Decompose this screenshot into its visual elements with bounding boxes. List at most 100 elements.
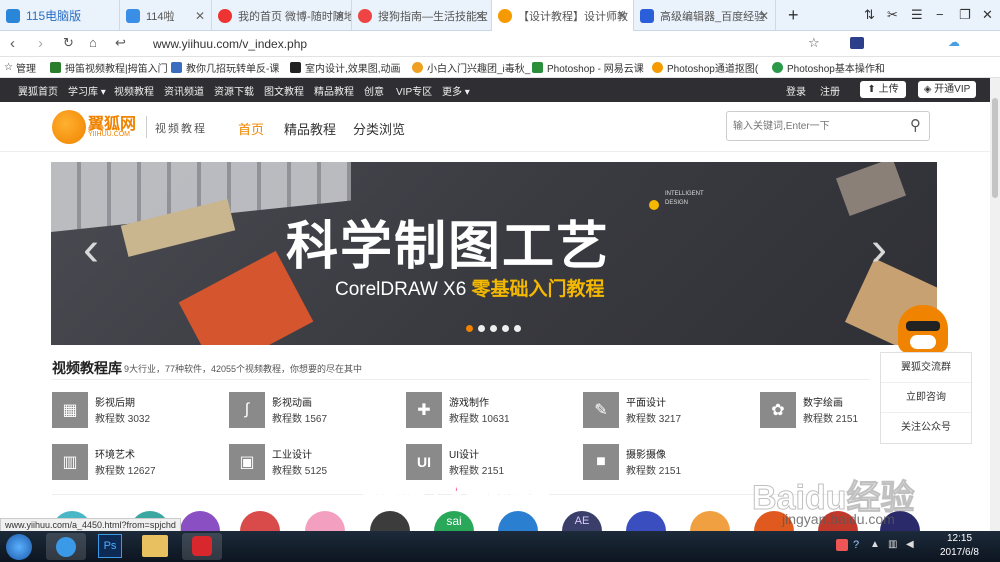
tray-help-icon[interactable]: ? <box>853 539 859 551</box>
maximize-icon[interactable]: ❐ <box>959 7 971 23</box>
nav-news[interactable]: 资讯频道 <box>164 83 204 98</box>
tray-volume-icon[interactable]: ◀ <box>906 539 914 550</box>
nav-creative[interactable]: 创意 <box>364 83 384 98</box>
search-icon[interactable]: ⚲ <box>910 116 921 134</box>
tray-arrow-icon[interactable]: ▲ <box>870 539 880 550</box>
refresh-icon[interactable]: ↻ <box>63 35 74 51</box>
nav-video[interactable]: 视频教程 <box>114 83 154 98</box>
menu-home[interactable]: 首页 <box>238 119 264 138</box>
carousel-dot[interactable] <box>514 325 521 332</box>
tab-yiihuu[interactable]: 【设计教程】设计师教 ✕ <box>492 0 634 32</box>
tab-label: 高级编辑器_百度经验 <box>660 10 766 23</box>
tab-baidu[interactable]: 高级编辑器_百度经验 ✕ <box>634 0 776 31</box>
carousel-dot[interactable] <box>478 325 485 332</box>
category-post-production[interactable]: ▦ 影视后期 教程数 3032 <box>52 392 212 432</box>
close-icon[interactable]: ✕ <box>195 9 205 23</box>
back-icon[interactable]: ‹ <box>10 35 15 52</box>
nav-more[interactable]: 更多 ▾ <box>442 83 470 98</box>
scissors-icon[interactable]: ✂ <box>887 7 898 23</box>
wechat-follow-link[interactable]: 关注公众号 <box>881 413 971 443</box>
nav-articles[interactable]: 图文教程 <box>264 83 304 98</box>
upload-button[interactable]: ⬆ 上传 <box>860 81 906 98</box>
close-icon[interactable]: ✕ <box>475 9 485 23</box>
nav-premium[interactable]: 精品教程 <box>314 83 354 98</box>
cloud-icon[interactable]: ☁ <box>948 35 960 49</box>
category-environment[interactable]: ▥ 环境艺术 教程数 12627 <box>52 444 212 484</box>
bookmark-item[interactable]: 拇笛视频教程|拇笛入门 <box>50 60 168 75</box>
fox-mascot-icon[interactable] <box>898 305 948 353</box>
folder-app-icon[interactable] <box>142 535 168 557</box>
home-icon[interactable]: ⌂ <box>89 35 97 50</box>
software-icon[interactable] <box>690 511 730 531</box>
close-icon[interactable]: ✕ <box>617 9 627 23</box>
close-icon[interactable]: ✕ <box>335 9 345 23</box>
login-link[interactable]: 登录 <box>786 83 806 98</box>
menu-icon[interactable]: ☰ <box>911 7 923 23</box>
tray-sogou-icon[interactable] <box>836 539 848 551</box>
bookmark-item[interactable]: 教你几招玩转单反-课 <box>171 60 279 75</box>
software-icon[interactable] <box>626 511 666 531</box>
sai-icon[interactable]: sai <box>434 511 474 531</box>
nav-library[interactable]: 学习库 ▾ <box>68 83 106 98</box>
logo-icon[interactable] <box>52 110 86 144</box>
close-window-icon[interactable]: ✕ <box>982 7 993 23</box>
minimize-icon[interactable]: − <box>936 7 944 22</box>
clock-time[interactable]: 12:15 <box>947 533 972 544</box>
bookmark-item[interactable]: Photoshop基本操作和 <box>772 60 885 75</box>
scrollbar-thumb[interactable] <box>992 98 998 198</box>
nav-home[interactable]: 翼狐首页 <box>18 83 58 98</box>
photoshop-app-icon[interactable]: Ps <box>98 534 122 558</box>
tab-sogou[interactable]: 搜狗指南—生活技能宝 ✕ <box>352 0 492 31</box>
search-input[interactable] <box>733 117 893 135</box>
nav-resources[interactable]: 资源下载 <box>214 83 254 98</box>
page-scrollbar[interactable] <box>990 78 1000 531</box>
nav-vip[interactable]: VIP专区 <box>396 83 432 98</box>
software-icon[interactable] <box>240 511 280 531</box>
forward-icon[interactable]: › <box>38 35 43 52</box>
category-graphic-design[interactable]: ✎ 平面设计 教程数 3217 <box>583 392 743 432</box>
url-field[interactable]: www.yiihuu.com/v_index.php <box>147 34 947 54</box>
undo-icon[interactable]: ↩ <box>115 35 126 51</box>
category-game[interactable]: ✚ 游戏制作 教程数 10631 <box>406 392 566 432</box>
software-icon[interactable] <box>180 511 220 531</box>
carousel-dot[interactable] <box>490 325 497 332</box>
category-animation[interactable]: ∫ 影视动画 教程数 1567 <box>229 392 389 432</box>
bookmark-item[interactable]: Photoshop - 网易云课 <box>532 60 644 75</box>
banner-carousel[interactable]: ‹ › 科学制图工艺 CorelDRAW X6 零基础入门教程 INTELLIG… <box>51 162 937 345</box>
start-button-icon[interactable] <box>6 534 32 560</box>
tab-114[interactable]: 114啦 ✕ <box>120 0 212 31</box>
clock-date[interactable]: 2017/6/8 <box>940 547 979 558</box>
bookmark-manage[interactable]: ☆ 管理 <box>4 60 36 75</box>
taskbar-browser[interactable] <box>46 533 86 560</box>
register-link[interactable]: 注册 <box>820 83 840 98</box>
menu-premium[interactable]: 精品教程 <box>284 119 336 138</box>
new-tab-button[interactable]: + <box>788 5 799 26</box>
qq-group-link[interactable]: 翼狐交流群 <box>881 353 971 383</box>
prev-arrow-icon[interactable]: ‹ <box>83 222 99 277</box>
search-box[interactable]: ⚲ <box>726 111 930 141</box>
tray-network-icon[interactable]: ▥ <box>888 539 897 550</box>
bookmark-item[interactable]: 小白入门兴趣团_i毒秋_ <box>412 60 530 75</box>
after-effects-icon[interactable]: AE <box>562 511 602 531</box>
bookmark-item[interactable]: 室内设计,效果图,动画 <box>290 60 401 75</box>
taskbar-music[interactable] <box>182 533 222 560</box>
bookmark-icon <box>772 62 783 73</box>
menu-categories[interactable]: 分类浏览 <box>353 119 405 138</box>
tab-115[interactable]: 115电脑版 <box>0 0 120 31</box>
vip-button[interactable]: ◈ 开通VIP <box>918 81 976 98</box>
software-icon[interactable] <box>498 511 538 531</box>
category-digital-painting[interactable]: ✿ 数字绘画 教程数 2151 <box>760 392 880 432</box>
extension-icon[interactable] <box>850 37 864 49</box>
category-photography[interactable]: ■ 摄影摄像 教程数 2151 <box>583 444 743 484</box>
software-icon[interactable] <box>370 511 410 531</box>
next-arrow-icon[interactable]: › <box>871 222 887 277</box>
bookmark-item[interactable]: Photoshop通道抠图( <box>652 60 758 75</box>
consult-link[interactable]: 立即咨询 <box>881 383 971 413</box>
carousel-dot[interactable] <box>466 325 473 332</box>
favorite-star-icon[interactable]: ☆ <box>808 35 820 51</box>
restore-tabs-icon[interactable]: ⇅ <box>864 7 875 23</box>
close-icon[interactable]: ✕ <box>759 9 769 23</box>
software-icon[interactable] <box>305 511 345 531</box>
tab-weibo[interactable]: 我的首页 微博-随时随地 ✕ <box>212 0 352 31</box>
carousel-dot[interactable] <box>502 325 509 332</box>
